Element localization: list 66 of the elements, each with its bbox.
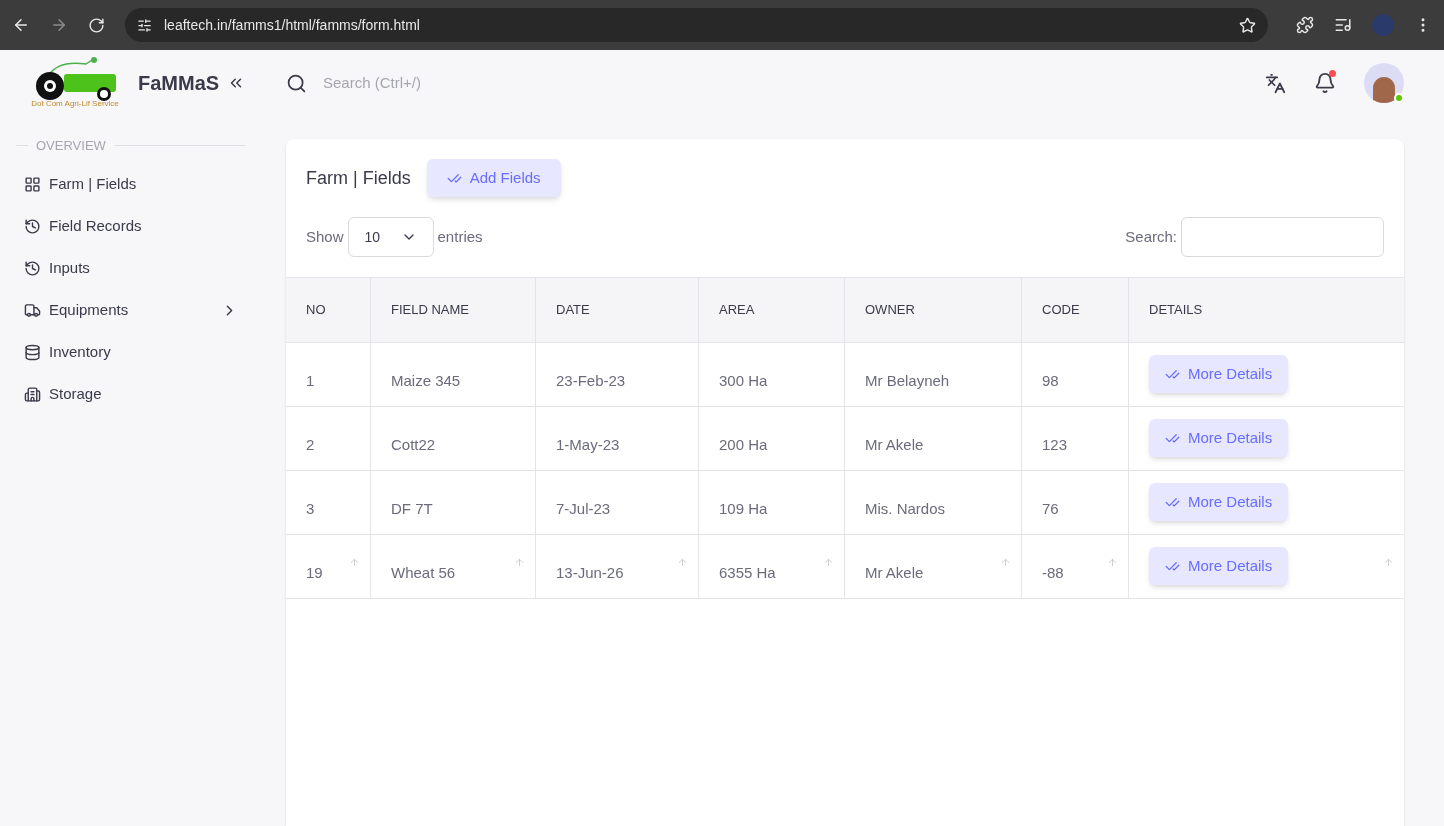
table-cell-text: Wheat 56 [391, 563, 456, 584]
table-cell-text: Cott22 [391, 435, 436, 456]
search-field[interactable]: Search (Ctrl+/) [323, 71, 1249, 95]
table-search-field[interactable] [1181, 217, 1384, 257]
table-cell-text: 23-Feb-23 [556, 371, 626, 392]
url-text: leaftech.in/famms1/html/famms/form.html [164, 15, 421, 35]
logo-caption: Dot Com Agri-Lif Service [31, 98, 119, 110]
table-cell-text: 300 Ha [719, 371, 768, 392]
address-bar[interactable]: leaftech.in/famms1/html/famms/form.html [125, 8, 1268, 42]
table-cell-text: 2 [306, 435, 315, 456]
table-cell-text: DF 7T [391, 499, 433, 520]
forward-icon[interactable] [50, 16, 68, 34]
page-size-select[interactable]: 10 [347, 217, 434, 257]
table-cell-text: 1 [306, 371, 315, 392]
sidebar-item[interactable]: Field Records [16, 205, 246, 248]
back-icon[interactable] [12, 16, 30, 34]
table-cell-text: 1-May-23 [556, 435, 620, 456]
bell-icon[interactable] [1314, 72, 1336, 94]
table-cell-text: 7-Jul-23 [556, 499, 611, 520]
show-label: Show [306, 226, 344, 247]
column-header[interactable]: OWNER [865, 300, 915, 320]
sidebar-item[interactable]: Farm | Fields [16, 163, 246, 206]
extensions-icon[interactable] [1296, 16, 1314, 34]
search-label: Search: [1125, 226, 1177, 247]
table-cell-text: 98 [1042, 371, 1059, 392]
table-cell-text: 123 [1042, 435, 1068, 456]
section-heading: OVERVIEW [36, 137, 106, 155]
history-icon [24, 218, 41, 235]
table-cell-text: 109 Ha [719, 499, 768, 520]
column-header[interactable]: DATE [556, 300, 590, 320]
table-cell-text: 76 [1042, 499, 1059, 520]
table-cell-text: Mr Belayneh [865, 371, 950, 392]
reload-icon[interactable] [88, 16, 105, 34]
column-header[interactable]: CODE [1042, 300, 1080, 320]
grid-icon [24, 176, 41, 193]
table-cell-text: 200 Ha [719, 435, 768, 456]
sidebar-item[interactable]: Equipments [16, 289, 246, 332]
table-cell-text: Maize 345 [391, 371, 461, 392]
building-icon [24, 386, 41, 403]
table-cell-text: Mis. Nardos [865, 499, 946, 520]
column-header[interactable]: DETAILS [1149, 300, 1203, 320]
table-cell-text: Mr Akele [865, 563, 924, 584]
sidebar-item[interactable]: Inputs [16, 247, 246, 290]
sidebar-item[interactable]: Inventory [16, 331, 246, 374]
entries-label: entries [437, 226, 484, 247]
column-header[interactable]: AREA [719, 300, 755, 320]
table-cell-text: 19 [306, 563, 323, 584]
table-cell-text: 13-Jun-26 [556, 563, 624, 584]
truck-icon [24, 302, 41, 319]
user-avatar[interactable] [1364, 63, 1404, 103]
column-header[interactable]: NO [306, 300, 326, 320]
translate-icon[interactable] [1265, 72, 1286, 94]
database-icon [24, 344, 41, 361]
brand-name: FaMMaS [138, 71, 220, 96]
bookmark-star-icon[interactable] [1239, 16, 1256, 34]
sidebar-item[interactable]: Storage [16, 373, 246, 416]
card-title: Farm | Fields [306, 166, 411, 190]
media-icon[interactable] [1334, 16, 1352, 34]
search-icon[interactable] [286, 72, 307, 94]
table-cell-text: Mr Akele [865, 435, 924, 456]
table-cell-text: 6355 Ha [719, 563, 776, 584]
site-settings-icon[interactable] [137, 17, 152, 33]
column-header[interactable]: FIELD NAME [391, 300, 469, 320]
table-cell-text: -88 [1042, 563, 1064, 584]
table-cell-text: 3 [306, 499, 315, 520]
history-icon [24, 260, 41, 277]
